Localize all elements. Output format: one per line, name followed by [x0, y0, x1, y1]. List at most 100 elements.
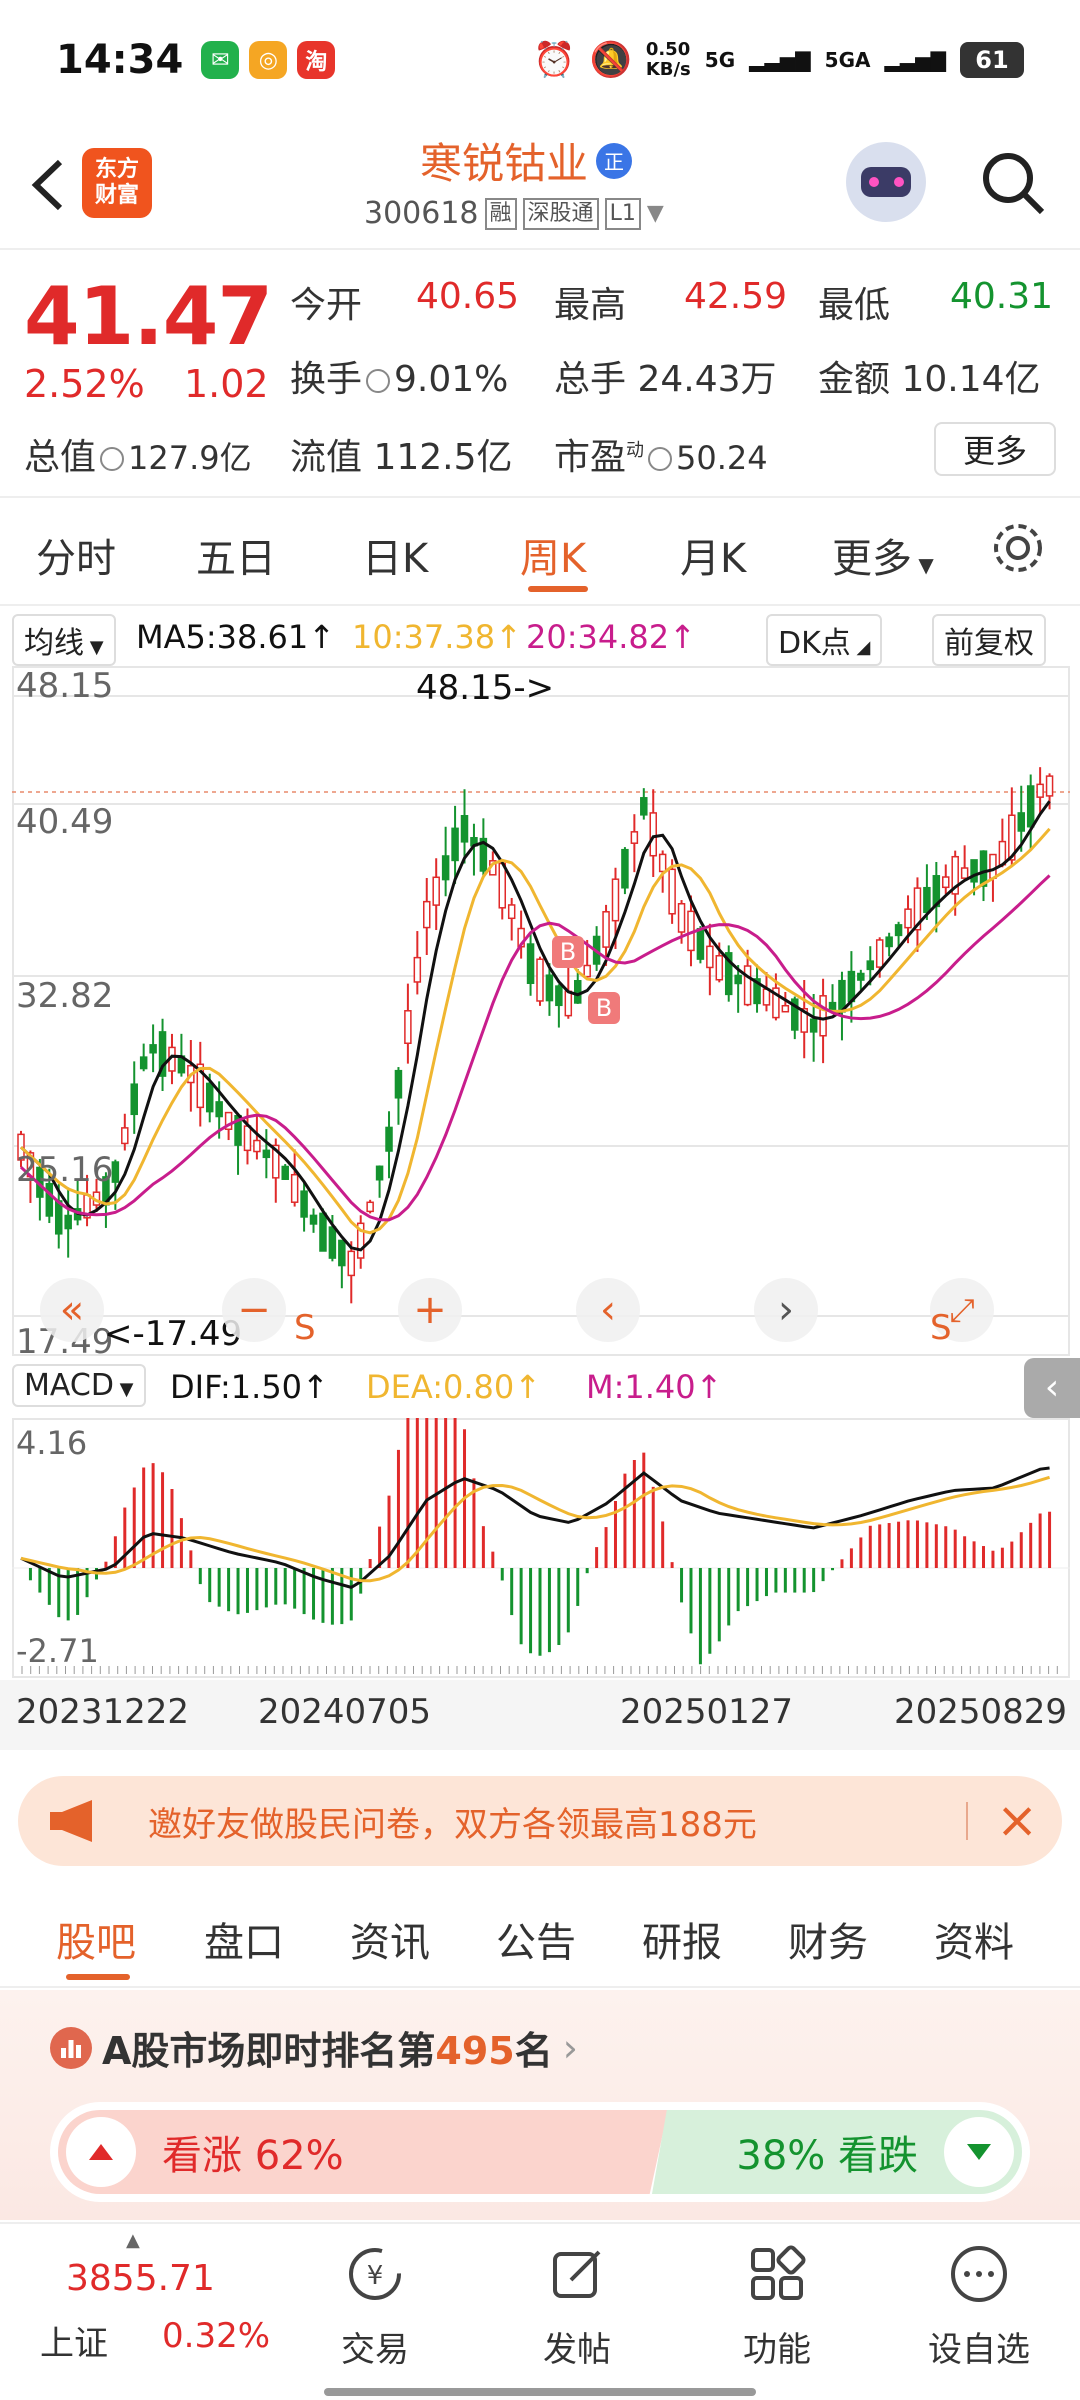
collapse-panel-button[interactable]: ‹ — [1024, 1358, 1080, 1418]
candle-body — [668, 868, 676, 915]
low-value: 40.31 — [950, 276, 1054, 317]
back-button[interactable] — [24, 150, 74, 220]
candle-body — [875, 939, 884, 968]
expand-indicator[interactable]: ▲ — [126, 2230, 140, 2251]
tab-pankou[interactable]: 盘口 — [204, 1910, 284, 1968]
kline-svg[interactable] — [12, 666, 1070, 1356]
m-value: M:1.40↑ — [586, 1368, 723, 1406]
candle-body — [149, 1044, 157, 1054]
candle-body — [583, 964, 591, 978]
tab-weekly-k[interactable]: 周K — [520, 526, 586, 584]
signal-5ga: 5GA — [824, 48, 871, 72]
chart-frame — [12, 666, 1070, 1356]
tab-daily-k[interactable]: 日K — [362, 526, 428, 584]
macd-select[interactable]: MACD ▼ — [12, 1364, 146, 1407]
tab-profile[interactable]: 资料 — [934, 1910, 1014, 1968]
vote-up-button[interactable] — [66, 2117, 136, 2187]
active-tab-underline — [528, 586, 588, 592]
candle-body — [885, 936, 893, 948]
tab-research[interactable]: 研报 — [642, 1910, 722, 1968]
vote-up-segment[interactable]: 看涨 62% — [58, 2110, 668, 2194]
y-label-top: 48.15 — [16, 666, 114, 706]
scroll-left-button[interactable]: ‹ — [576, 1278, 640, 1342]
candle-body — [205, 1082, 214, 1113]
ma-indicator-row: 均线 ▼ MA5:38.61↑ 10:37.38↑ 20:34.82↑ DK点 … — [0, 606, 1080, 666]
tab-guba[interactable]: 股吧 — [56, 1910, 136, 1968]
megaphone-icon — [48, 1798, 100, 1844]
volume-row: 总手 24.43万 — [554, 359, 777, 400]
nav-watchlist[interactable]: 设自选 — [914, 2234, 1044, 2384]
y-label-4: 25.16 — [16, 1150, 114, 1190]
verified-badge: 正 — [596, 142, 633, 179]
stock-code-row[interactable]: 300618 融 深股通 L1 ▼ — [364, 196, 664, 231]
eastmoney-logo[interactable]: 东方 财富 — [82, 148, 152, 218]
candle-body — [734, 974, 742, 985]
open-label: 今开 — [290, 285, 363, 326]
status-right: ⏰ 🔕 0.50 KB/s 5G ▂▃▅▇ 5GA ▂▃▅▇ 61 — [533, 40, 1024, 80]
date-label: 20250829 — [894, 1692, 1068, 1732]
grid-icon — [751, 2245, 806, 2300]
scroll-left-fast-button[interactable]: « — [40, 1278, 104, 1342]
buy-signal-b[interactable]: B — [588, 992, 620, 1024]
tab-monthly-k[interactable]: 月K — [680, 526, 746, 584]
vote-down-button[interactable] — [944, 2117, 1014, 2187]
nav-functions[interactable]: 功能 — [712, 2234, 842, 2384]
tab-finance[interactable]: 财务 — [788, 1910, 868, 1968]
ai-assistant-icon[interactable] — [846, 142, 926, 222]
macd-chart[interactable]: 4.16 -2.71 — [12, 1363, 1070, 1678]
macd-svg[interactable] — [12, 1363, 1070, 1678]
tab-news[interactable]: 资讯 — [350, 1910, 430, 1968]
candle-body — [507, 904, 516, 920]
adjust-select[interactable]: 前复权 — [932, 614, 1046, 666]
tab-intraday[interactable]: 分时 — [36, 526, 116, 584]
vote-down-segment[interactable]: 38% 看跌 — [652, 2110, 1022, 2194]
vote-down-text: 38% 看跌 — [736, 2133, 918, 2179]
nav-trade[interactable]: ¥ 交易 — [310, 2234, 440, 2384]
more-icon — [951, 2246, 1007, 2302]
open-value: 40.65 — [416, 276, 520, 317]
candle-body — [696, 927, 705, 960]
sentiment-vote-bar: 看涨 62% 38% 看跌 — [50, 2102, 1030, 2202]
nav-post[interactable]: 发帖 — [512, 2234, 642, 2384]
ma5-line — [19, 800, 1051, 1252]
dk-select[interactable]: DK点 ◢ — [766, 614, 883, 666]
tab-five-day[interactable]: 五日 — [196, 526, 276, 584]
ma10-value: 10:37.38↑ — [352, 618, 522, 656]
zoom-in-button[interactable]: + — [398, 1278, 462, 1342]
candle-body — [262, 1149, 271, 1159]
zoom-out-button[interactable]: − — [222, 1278, 286, 1342]
promo-divider — [966, 1802, 968, 1840]
search-button[interactable] — [980, 150, 1046, 216]
candle-body — [385, 1126, 393, 1152]
buy-signal-b[interactable]: B — [552, 936, 584, 968]
signal-5g: 5G — [704, 48, 736, 72]
more-quote-button[interactable]: 更多 — [934, 422, 1056, 476]
signal-bars-icon: ▂▃▅▇ — [749, 48, 811, 72]
y-label-3: 32.82 — [16, 976, 114, 1016]
ma-select[interactable]: 均线 ▼ — [12, 614, 116, 666]
candle-body — [1017, 812, 1026, 832]
scroll-right-button[interactable]: › — [754, 1278, 818, 1342]
macd-indicator-row: MACD ▼ DIF:1.50↑ DEA:0.80↑ M:1.40↑ ‹ — [0, 1358, 1080, 1418]
candle-body — [573, 980, 582, 1004]
date-label: 20250127 — [620, 1692, 794, 1732]
tag-sgt: 深股通 — [522, 197, 599, 230]
ma10-line — [19, 827, 1051, 1235]
min-price-note: <-17.49 — [104, 1314, 243, 1354]
active-tab-underline — [66, 1974, 130, 1980]
index-value[interactable]: 3855.71 — [66, 2258, 215, 2299]
candlestick-chart[interactable]: 48.15 40.49 32.82 25.16 17.49 48.15-> <-… — [12, 666, 1070, 1362]
candle-body — [555, 985, 563, 1007]
candle-body — [451, 827, 459, 862]
close-icon[interactable]: × — [996, 1790, 1038, 1850]
tab-more[interactable]: 更多 ▼ — [832, 526, 934, 584]
dropdown-icon: ▼ — [646, 201, 664, 226]
candle-body — [602, 911, 610, 948]
promo-banner[interactable]: 邀好友做股民问卷，双方各领最高188元 × — [18, 1776, 1062, 1866]
tab-announcements[interactable]: 公告 — [496, 1910, 576, 1968]
index-name: 上证 — [40, 2324, 108, 2364]
candle-body — [781, 1004, 790, 1013]
market-rank[interactable]: A股市场即时排名第495名 › — [50, 2020, 578, 2075]
chart-settings-button[interactable] — [990, 520, 1046, 576]
status-app-icons: ✉ ◎ 淘 — [201, 41, 336, 79]
